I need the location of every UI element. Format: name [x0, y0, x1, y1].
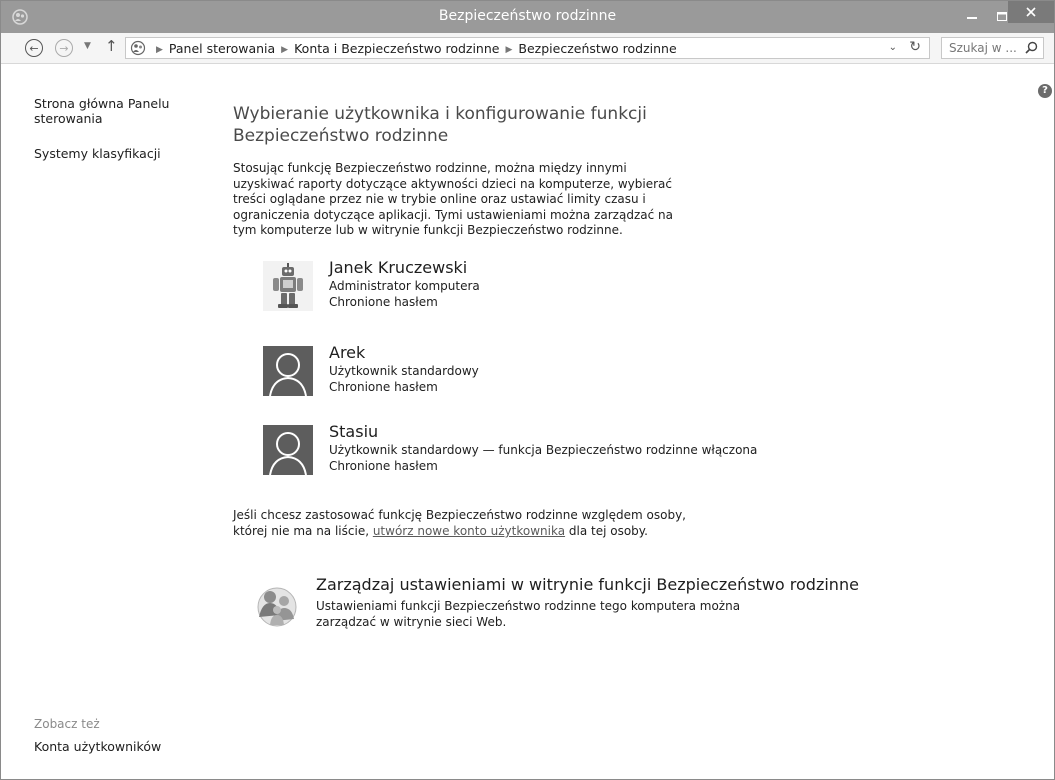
window: Bezpieczeństwo rodzinne ← → ▼ ↑ ▶ Panel s…	[0, 0, 1055, 780]
intro-text: Stosując funkcję Bezpieczeństwo rodzinne…	[233, 161, 673, 237]
note-text: dla tej osoby.	[565, 524, 648, 538]
create-new-account-link[interactable]: utwórz nowe konto użytkownika	[373, 524, 565, 538]
back-button[interactable]: ←	[25, 39, 43, 57]
user-account-type: Administrator komputera	[329, 279, 480, 293]
search-icon	[1025, 41, 1038, 54]
forward-button[interactable]: →	[55, 39, 73, 57]
address-bar[interactable]: ▶ Panel sterowania ▶ Konta i Bezpieczeństwo…	[125, 37, 930, 59]
user-protection-status: Chronione hasłem	[329, 295, 438, 309]
window-title: Bezpieczeństwo rodzinne	[438, 8, 617, 24]
page-title: Wybieranie użytkownika i konfigurowanie …	[233, 104, 647, 146]
user-name: Janek Kruczewski	[329, 258, 468, 277]
user-protection-status: Chronione hasłem	[329, 459, 438, 473]
chevron-right-icon[interactable]: ▶	[281, 45, 288, 55]
minimize-icon	[967, 17, 977, 19]
manage-online-title[interactable]: Zarządzaj ustawieniami w witrynie funkcj…	[316, 575, 859, 594]
manage-online-settings-tile[interactable]: Zarządzaj ustawieniami w witrynie funkcj…	[253, 575, 859, 635]
minimize-button[interactable]	[956, 5, 988, 27]
sidebar-item-control-panel-home[interactable]: Strona główna Panelu sterowania	[34, 96, 184, 126]
breadcrumb-item[interactable]: Bezpieczeństwo rodzinne	[518, 41, 676, 56]
default-user-icon	[263, 425, 313, 475]
robot-icon	[263, 261, 313, 311]
user-tile[interactable]: Janek Kruczewski Administrator komputera…	[263, 258, 763, 321]
search-placeholder: Szukaj w ...	[949, 41, 1017, 55]
breadcrumb-item[interactable]: Konta i Bezpieczeństwo rodzinne	[294, 41, 499, 56]
search-input[interactable]: Szukaj w ...	[941, 37, 1044, 59]
close-button[interactable]	[1008, 1, 1054, 23]
recent-locations-button[interactable]: ▼	[84, 41, 91, 51]
see-also-label: Zobacz też	[34, 717, 100, 731]
user-tile[interactable]: Stasiu Użytkownik standardowy — funkcja …	[263, 422, 823, 485]
chevron-right-icon: ▶	[156, 45, 163, 55]
refresh-icon: ↻	[909, 39, 921, 55]
address-history-button[interactable]: ⌄	[889, 42, 897, 53]
control-panel-icon	[130, 40, 146, 56]
chevron-down-icon: ▼	[84, 41, 91, 51]
arrow-right-icon: →	[59, 41, 69, 55]
navigation-bar: ← → ▼ ↑ ▶ Panel sterowania ▶ Konta i Bezpie…	[1, 33, 1054, 64]
refresh-button[interactable]: ↻	[909, 39, 921, 55]
create-account-note: Jeśli chcesz zastosować funkcję Bezpiecz…	[233, 507, 703, 539]
see-also-section: Zobacz też Konta użytkowników	[34, 717, 161, 754]
maximize-icon	[997, 11, 1007, 21]
user-tile[interactable]: Arek Użytkownik standardowy Chronione ha…	[263, 343, 763, 406]
close-icon	[1026, 7, 1036, 17]
main-content: Wybieranie użytkownika i konfigurowanie …	[233, 103, 1013, 629]
chevron-down-icon: ⌄	[888, 42, 897, 53]
user-name: Arek	[329, 343, 366, 362]
sidebar: Strona główna Panelu sterowania Systemy …	[34, 96, 204, 161]
help-icon[interactable]: ?	[1038, 84, 1052, 98]
title-bar[interactable]: Bezpieczeństwo rodzinne	[1, 1, 1054, 33]
user-account-type: Użytkownik standardowy	[329, 364, 479, 378]
breadcrumb: ▶ Panel sterowania ▶ Konta i Bezpieczeństwo…	[150, 41, 677, 56]
user-name: Stasiu	[329, 422, 379, 441]
breadcrumb-item[interactable]: Panel sterowania	[169, 41, 275, 56]
family-web-icon	[257, 587, 297, 627]
arrow-up-icon: ↑	[105, 37, 118, 55]
arrow-left-icon: ←	[29, 41, 39, 55]
sidebar-item-rating-systems[interactable]: Systemy klasyfikacji	[34, 146, 204, 161]
chevron-right-icon[interactable]: ▶	[505, 45, 512, 55]
manage-online-description: Ustawieniami funkcji Bezpieczeństwo rodz…	[316, 599, 741, 629]
sidebar-item-user-accounts[interactable]: Konta użytkowników	[34, 739, 161, 754]
user-account-type: Użytkownik standardowy — funkcja Bezpiec…	[329, 443, 758, 457]
default-user-icon	[263, 346, 313, 396]
user-protection-status: Chronione hasłem	[329, 380, 438, 394]
up-button[interactable]: ↑	[105, 37, 118, 55]
